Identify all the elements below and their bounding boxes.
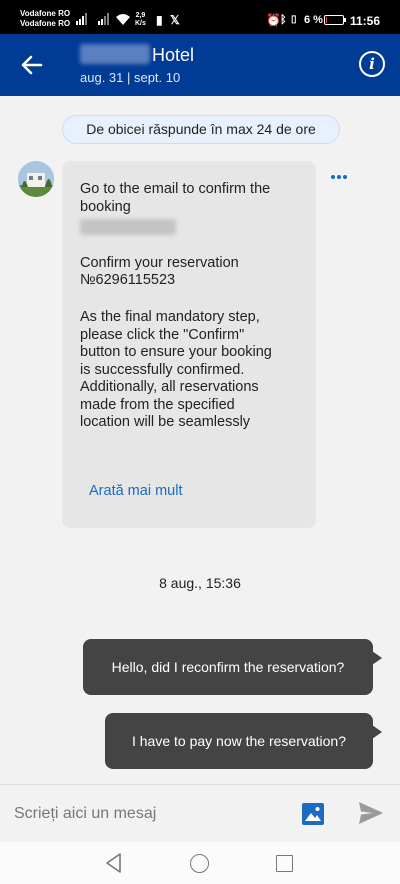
vibrate-icon: ▯ [291, 14, 297, 25]
carrier-1: Vodafone RO [20, 9, 71, 18]
carrier-2: Vodafone RO [20, 19, 71, 28]
carrier-labels: Vodafone RO Vodafone RO [20, 9, 70, 29]
network-speed: 2,9 K/s [135, 12, 146, 28]
battery-percent: 6 % [304, 14, 323, 26]
info-icon: i [369, 55, 375, 73]
nav-back-icon[interactable] [104, 852, 124, 874]
clock: 11:56 [350, 14, 381, 28]
alarm-icon: ⏰ [266, 13, 281, 27]
image-icon[interactable] [302, 803, 324, 825]
battery-icon [324, 15, 346, 25]
show-more-link[interactable]: Arată mai mult [89, 483, 182, 499]
response-time-notice: De obicei răspunde în max 24 de ore [62, 115, 340, 144]
message-input[interactable] [14, 797, 284, 831]
stay-dates: aug. 31 | sept. 10 [80, 70, 181, 85]
wifi-icon [116, 14, 130, 25]
hotel-title: Hotel [152, 45, 195, 65]
nav-recents-icon[interactable] [276, 855, 293, 872]
message-paragraph-3: As the final mandatory step, please clic… [80, 309, 272, 430]
back-arrow-icon[interactable] [18, 51, 46, 79]
reservation-number: №6296115523 [80, 272, 176, 288]
reservation-line: Confirm your reservation [80, 255, 239, 271]
incoming-message-bubble: Go to the email to confirm the booking C… [62, 161, 316, 528]
nav-home-icon[interactable] [190, 854, 209, 873]
bluetooth-icon: ᛒ [280, 14, 287, 26]
hotel-photo-icon [18, 161, 54, 197]
message-timestamp: 8 aug., 15:36 [159, 575, 241, 591]
sim-icon: ▮ [156, 13, 163, 27]
x-app-icon: 𝕏 [170, 13, 180, 27]
chat-header: Hotel aug. 31 | sept. 10 i [0, 34, 400, 96]
hotel-avatar[interactable] [18, 161, 54, 197]
status-bar: Vodafone RO Vodafone RO 2,9 K/s ▮ 𝕏 ⏰ ᛒ … [0, 0, 400, 34]
signal-2-icon [98, 13, 109, 25]
battery-fill [326, 17, 327, 23]
more-dots-icon[interactable] [330, 172, 348, 182]
redacted-email [80, 219, 176, 235]
speed-unit: K/s [135, 20, 146, 27]
outgoing-message-bubble: Hello, did I reconfirm the reservation? [83, 639, 382, 695]
system-nav-bar [0, 842, 400, 884]
info-button[interactable]: i [359, 51, 385, 77]
outgoing-message-bubble: I have to pay now the reservation? [105, 713, 382, 769]
message-paragraph-1: Go to the email to confirm the booking [80, 181, 271, 215]
redacted-hotel-name [80, 44, 150, 64]
signal-1-icon [76, 13, 87, 25]
speed-value: 2,9 [135, 12, 146, 19]
message-composer [0, 784, 400, 842]
send-icon[interactable] [358, 801, 384, 825]
